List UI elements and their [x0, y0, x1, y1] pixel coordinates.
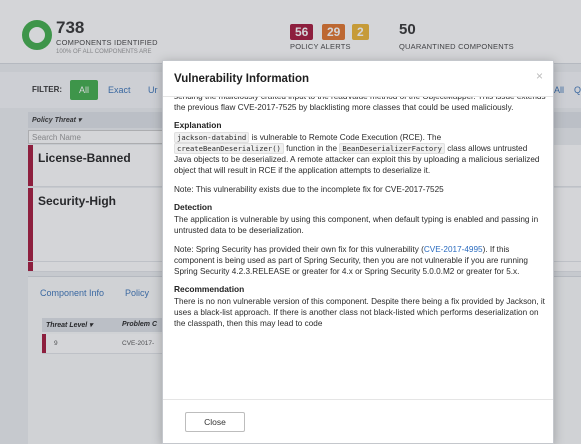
recommendation-text: There is no non vulnerable version of th… — [174, 297, 545, 328]
code-jackson-databind: jackson-databind — [174, 132, 250, 143]
detection-heading: Detection — [174, 202, 213, 212]
cve-2017-4995-link[interactable]: CVE-2017-4995 — [424, 245, 483, 254]
modal-title: Vulnerability Information — [174, 73, 310, 85]
modal-footer: Close — [163, 399, 553, 443]
explanation-text: jackson-databind is vulnerable to Remote… — [174, 132, 546, 176]
modal-body[interactable]: sending the maliciously crafted input to… — [174, 97, 546, 397]
code-create-bean-deserializer: createBeanDeserializer() — [174, 143, 284, 154]
explanation-text-2: function in the — [283, 144, 340, 153]
close-button[interactable]: Close — [185, 412, 245, 432]
recommendation-heading: Recommendation — [174, 284, 245, 294]
vulnerability-info-modal: Vulnerability Information × sending the … — [162, 60, 554, 444]
note-incomplete-fix: Note: This vulnerability exists due to t… — [174, 185, 444, 194]
intro-fragment: sending the maliciously crafted input to… — [174, 97, 546, 112]
code-bean-deserializer-factory: BeanDeserializerFactory — [339, 143, 445, 154]
explanation-heading: Explanation — [174, 120, 222, 130]
detection-text: The application is vulnerable by using t… — [174, 215, 539, 235]
explanation-text-1: is vulnerable to Remote Code Execution (… — [249, 133, 442, 142]
note-spring-pre: Note: Spring Security has provided their… — [174, 245, 424, 254]
note-spring-security: Note: Spring Security has provided their… — [174, 244, 546, 277]
modal-header: Vulnerability Information × — [163, 61, 553, 97]
close-icon[interactable]: × — [536, 69, 543, 83]
